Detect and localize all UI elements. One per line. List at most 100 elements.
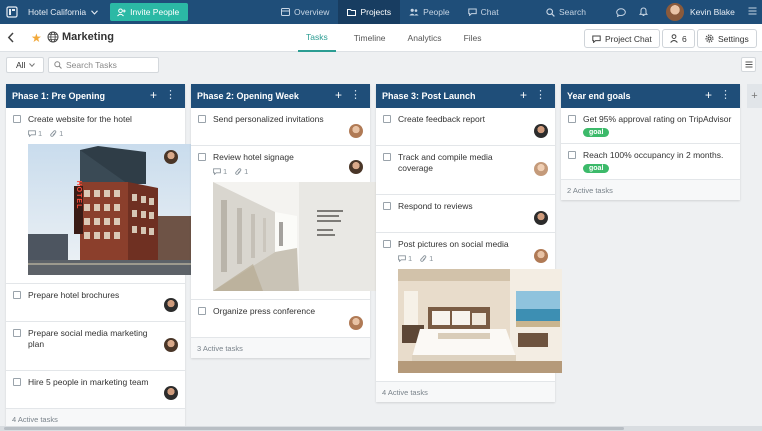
assignee-avatar[interactable]: [534, 124, 548, 138]
user-name: Kevin Blake: [690, 7, 735, 17]
star-icon[interactable]: ★: [31, 31, 42, 45]
task-checkbox[interactable]: [13, 378, 21, 386]
hamburger-menu-icon[interactable]: [748, 6, 757, 16]
add-task-icon[interactable]: +: [705, 88, 712, 102]
task-checkbox[interactable]: [13, 115, 21, 123]
members-count: 6: [682, 33, 687, 44]
attachment-count: 1: [420, 254, 433, 263]
back-arrow-icon[interactable]: [7, 32, 15, 43]
search-tasks-input[interactable]: [66, 60, 156, 70]
nav-overview[interactable]: Overview: [272, 0, 338, 24]
task-card[interactable]: Respond to reviews: [376, 195, 555, 233]
workspace-name: Hotel California: [28, 7, 87, 17]
task-checkbox[interactable]: [198, 307, 206, 315]
project-chat-button[interactable]: Project Chat: [584, 29, 660, 48]
comment-count: 1: [213, 167, 227, 176]
task-checkbox[interactable]: [568, 115, 576, 123]
messages-icon[interactable]: [616, 7, 626, 17]
task-checkbox[interactable]: [383, 240, 391, 248]
more-options-icon[interactable]: ⋮: [165, 88, 176, 101]
task-card[interactable]: Prepare hotel brochures: [6, 284, 185, 322]
add-task-icon[interactable]: +: [520, 88, 527, 102]
tab-files[interactable]: Files: [456, 24, 490, 52]
horizontal-scrollbar-thumb[interactable]: [4, 427, 624, 430]
task-checkbox[interactable]: [383, 153, 391, 161]
settings-button[interactable]: Settings: [697, 29, 757, 48]
task-title: Respond to reviews: [398, 201, 473, 211]
column-title: Year end goals: [567, 91, 631, 101]
nav-projects[interactable]: Projects: [338, 0, 401, 24]
more-options-icon[interactable]: ⋮: [350, 88, 361, 101]
task-image-hotel-building: HOTEL: [28, 144, 192, 275]
task-card[interactable]: Reach 100% occupancy in 2 months. goal: [561, 144, 740, 180]
more-options-icon[interactable]: ⋮: [535, 88, 546, 101]
add-column-button[interactable]: +: [747, 84, 762, 108]
column-title: Phase 2: Opening Week: [197, 91, 299, 101]
assignee-avatar[interactable]: [164, 298, 178, 312]
task-checkbox[interactable]: [383, 115, 391, 123]
task-title: Prepare hotel brochures: [28, 290, 120, 300]
goal-tag[interactable]: goal: [583, 164, 610, 173]
task-title: Review hotel signage: [213, 152, 294, 162]
invite-people-button[interactable]: Invite People: [110, 3, 189, 21]
project-tabs: Tasks Timeline Analytics Files: [298, 24, 490, 52]
tab-tasks[interactable]: Tasks: [298, 24, 336, 52]
bell-icon[interactable]: [639, 7, 648, 17]
task-checkbox[interactable]: [198, 115, 206, 123]
task-card[interactable]: Create feedback report: [376, 108, 555, 146]
task-checkbox[interactable]: [13, 291, 21, 299]
filter-dropdown[interactable]: All: [6, 57, 44, 73]
global-search[interactable]: Search: [546, 0, 586, 24]
assignee-avatar[interactable]: [534, 211, 548, 225]
more-options-icon[interactable]: ⋮: [720, 88, 731, 101]
task-card[interactable]: Hire 5 people in marketing team: [6, 371, 185, 409]
assignee-avatar[interactable]: [349, 160, 363, 174]
task-title: Send personalized invitations: [213, 114, 324, 124]
filter-value: All: [16, 60, 26, 70]
task-title: Hire 5 people in marketing team: [28, 377, 149, 387]
tab-analytics[interactable]: Analytics: [400, 24, 450, 52]
add-task-icon[interactable]: +: [150, 88, 157, 102]
task-card[interactable]: Create website for the hotel 1 1 HOTEL: [6, 108, 192, 284]
task-card[interactable]: Track and compile media coverage: [376, 146, 555, 195]
search-icon: [54, 61, 62, 69]
hotel-building-photo: HOTEL: [28, 144, 192, 275]
task-checkbox[interactable]: [13, 329, 21, 337]
list-view-button[interactable]: [741, 57, 756, 72]
nav-people[interactable]: People: [400, 0, 458, 24]
app-logo-icon[interactable]: [0, 0, 24, 24]
comment-count: 1: [398, 254, 412, 263]
task-checkbox[interactable]: [383, 202, 391, 210]
board-column: Phase 2: Opening Week + ⋮ Send personali…: [191, 84, 377, 358]
paperclip-icon: [235, 167, 242, 175]
assignee-avatar[interactable]: [534, 162, 548, 176]
assignee-avatar[interactable]: [164, 386, 178, 400]
workspace-switcher[interactable]: Hotel California: [28, 7, 99, 17]
assignee-avatar[interactable]: [349, 316, 363, 330]
assignee-avatar[interactable]: [164, 338, 178, 352]
search-tasks-field[interactable]: [48, 57, 159, 73]
column-title: Phase 3: Post Launch: [382, 91, 476, 101]
task-card[interactable]: Organize press conference: [191, 300, 370, 338]
nav-chat[interactable]: Chat: [459, 0, 508, 24]
task-card[interactable]: Send personalized invitations: [191, 108, 370, 146]
task-card[interactable]: Review hotel signage 1 1: [191, 146, 377, 300]
add-task-icon[interactable]: +: [335, 88, 342, 102]
members-button[interactable]: 6: [662, 29, 695, 48]
user-icon: [670, 34, 678, 43]
assignee-avatar[interactable]: [164, 150, 178, 164]
user-avatar: [666, 3, 684, 21]
task-card[interactable]: Prepare social media marketing plan: [6, 322, 185, 371]
board-column: Year end goals + ⋮ Get 95% approval rati…: [561, 84, 740, 200]
goal-tag[interactable]: goal: [583, 128, 610, 137]
task-checkbox[interactable]: [568, 151, 576, 159]
attachment-count: 1: [50, 129, 63, 138]
tab-timeline[interactable]: Timeline: [346, 24, 394, 52]
task-card[interactable]: Post pictures on social media 1 1: [376, 233, 562, 382]
user-menu[interactable]: Kevin Blake: [666, 2, 735, 22]
task-checkbox[interactable]: [198, 153, 206, 161]
task-card[interactable]: Get 95% approval rating on TripAdvisor g…: [561, 108, 740, 144]
hotel-room-photo: [398, 269, 562, 373]
assignee-avatar[interactable]: [534, 249, 548, 263]
assignee-avatar[interactable]: [349, 124, 363, 138]
